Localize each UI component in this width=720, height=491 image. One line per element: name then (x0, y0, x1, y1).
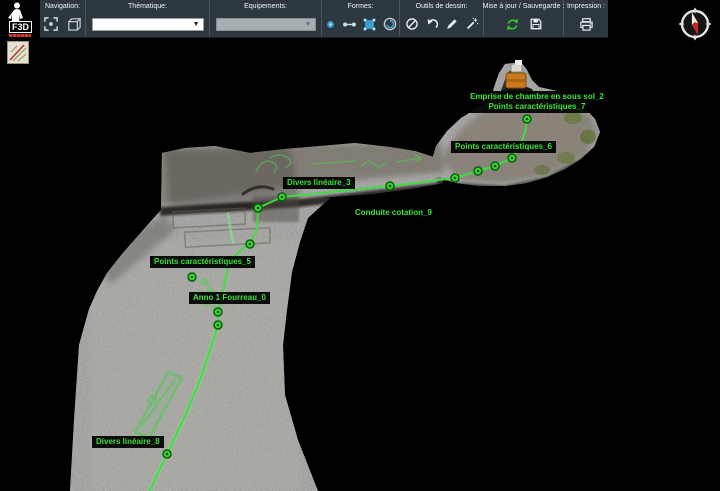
no-draw-icon[interactable] (405, 17, 419, 31)
feature-label-emprise-chambre[interactable]: Emprise de chambre en sous sol_2 Points … (466, 91, 608, 113)
section-label-impression: Impression : (566, 3, 606, 10)
logo-subtitle-mark (9, 34, 31, 37)
application-window: Emprise de chambre en sous sol_2 Points … (0, 0, 720, 491)
toolbar-section-sauvegarde: Mise à jour / Sauvegarde : (482, 0, 565, 37)
logo-text: F3D (9, 21, 33, 33)
app-logo: F3D (2, 1, 38, 41)
circle-tool-icon[interactable] (382, 16, 398, 32)
feature-label-divers-3[interactable]: Divers linéaire_3 (283, 177, 355, 189)
ortho-point-cloud (70, 62, 600, 491)
polygon-tool-icon[interactable] (362, 17, 377, 32)
printer-icon[interactable] (579, 17, 594, 32)
point-cloud-viewport[interactable] (0, 0, 720, 491)
section-label-equipements: Equipements: (244, 3, 287, 10)
undo-icon[interactable] (425, 17, 439, 31)
section-label-outils: Outils de dessin: (415, 3, 468, 10)
overview-thumbnail-sketch (9, 44, 27, 62)
chevron-down-icon: ▼ (304, 20, 312, 28)
toolbar-section-thematique: Thématique: ▼ (86, 0, 210, 37)
section-label-navigation: Navigation: (44, 3, 81, 10)
feature-label-line2: Points caractéristiques_7 (488, 102, 586, 111)
toolbar-section-navigation: Navigation: (40, 0, 86, 37)
cube-3d-icon[interactable] (66, 16, 82, 32)
feature-label-conduite-9[interactable]: Conduite cotation_9 (351, 207, 436, 219)
pencil-icon[interactable] (445, 17, 459, 31)
magic-wand-icon[interactable] (465, 17, 479, 31)
toolbar-section-impression: Impression : (564, 0, 608, 37)
main-toolbar: Navigation: Thématique: ▼ Equipements: ▼… (40, 0, 608, 38)
overview-thumbnail[interactable] (7, 41, 29, 64)
refresh-icon[interactable] (505, 17, 520, 32)
section-label-thematique: Thématique: (128, 3, 167, 10)
toolbar-section-formes: Formes: (322, 0, 400, 37)
section-label-formes: Formes: (347, 3, 374, 10)
feature-label-line1: Emprise de chambre en sous sol_2 (470, 92, 604, 101)
segment-tool-icon[interactable] (342, 17, 357, 32)
feature-label-points-6[interactable]: Points caractéristiques_6 (451, 141, 556, 153)
chevron-down-icon: ▼ (192, 20, 200, 28)
point-tool-icon[interactable] (324, 18, 337, 31)
toolbar-section-outils: Outils de dessin: (400, 0, 484, 37)
equipements-select[interactable]: ▼ (215, 17, 316, 31)
feature-label-divers-8[interactable]: Divers linéaire_8 (92, 436, 164, 448)
save-icon[interactable] (529, 17, 543, 31)
thematique-select[interactable]: ▼ (91, 17, 204, 31)
compass-rose[interactable] (675, 3, 715, 50)
feature-label-anno-fourreau[interactable]: Anno 1 Fourreau_0 (189, 292, 270, 304)
feature-label-points-5[interactable]: Points caractéristiques_5 (150, 256, 255, 268)
section-label-sauvegarde: Mise à jour / Sauvegarde : (482, 3, 565, 10)
toolbar-section-equipements: Equipements: ▼ (210, 0, 322, 37)
compass-icon (678, 7, 712, 41)
pan-extent-icon[interactable] (43, 16, 59, 32)
